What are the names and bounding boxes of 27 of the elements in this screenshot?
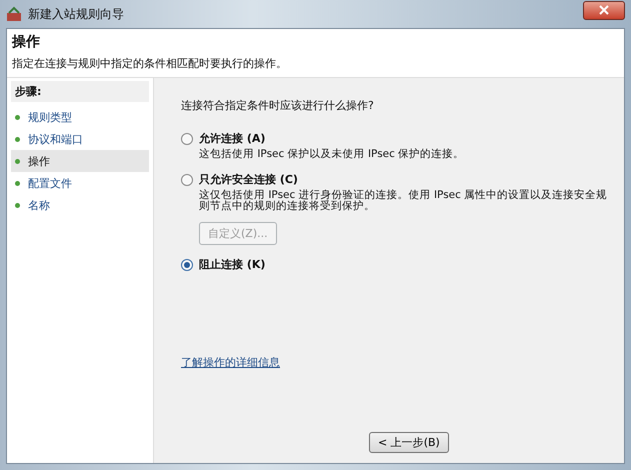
help-link[interactable]: 了解操作的详细信息 <box>181 355 280 370</box>
radio-button[interactable] <box>181 258 193 271</box>
option-label: 阻止连接 (K) <box>199 257 266 272</box>
step-item[interactable]: 操作 <box>11 150 149 172</box>
bullet-icon <box>15 202 20 208</box>
bullet-icon <box>15 136 20 142</box>
back-button[interactable]: < 上一步(B) <box>369 432 449 453</box>
window-title: 新建入站规则向导 <box>28 6 124 22</box>
close-icon <box>599 5 609 15</box>
bullet-icon <box>15 180 20 186</box>
step-item[interactable]: 规则类型 <box>11 106 149 128</box>
bullet-icon <box>15 114 20 120</box>
page-description: 指定在连接与规则中指定的条件相匹配时要执行的操作。 <box>12 56 288 71</box>
step-item[interactable]: 名称 <box>11 194 149 216</box>
step-item[interactable]: 配置文件 <box>11 172 149 194</box>
option-description: 这包括使用 IPsec 保护以及未使用 IPsec 保护的连接。 <box>199 149 466 160</box>
radio-button[interactable] <box>181 174 193 186</box>
radio-button[interactable] <box>181 132 193 144</box>
question-text: 连接符合指定条件时应该进行什么操作? <box>181 98 375 113</box>
step-item[interactable]: 协议和端口 <box>11 128 149 150</box>
option-label: 允许连接 (A) <box>199 131 266 146</box>
page-title: 操作 <box>12 33 41 51</box>
option-label: 只允许安全连接 (C) <box>199 172 298 188</box>
bullet-icon <box>15 158 20 164</box>
option-description: 这仅包括使用 IPsec 进行身份验证的连接。使用 IPsec 属性中的设置以及连接安全规则节点中的规则的连接将受到保护。 <box>199 190 608 212</box>
steps-heading: 步骤: <box>11 81 149 102</box>
close-button[interactable] <box>583 0 625 20</box>
